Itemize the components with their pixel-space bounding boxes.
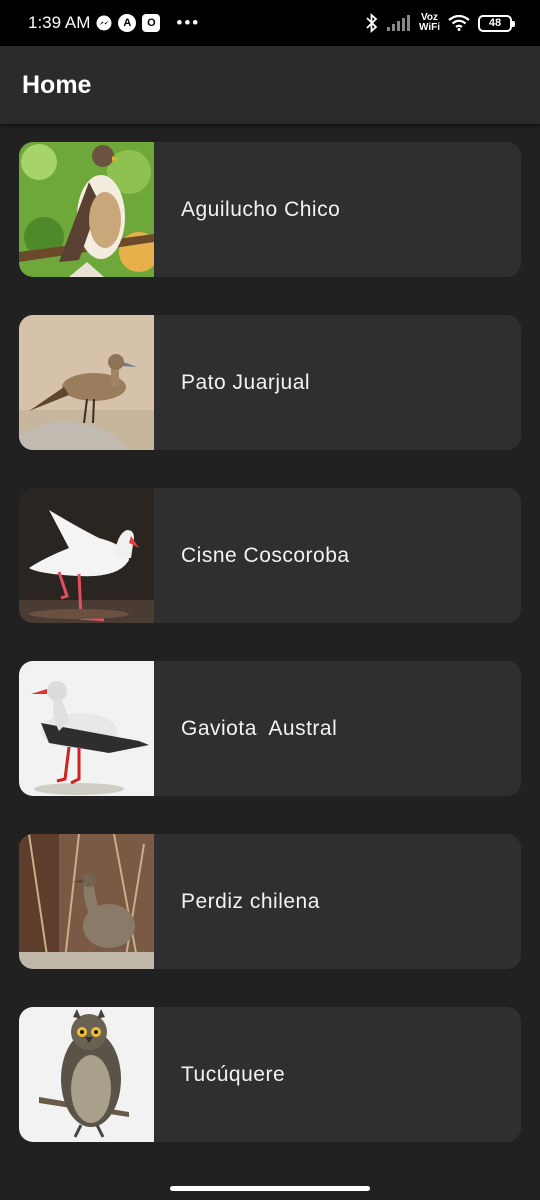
owl-illustration: [19, 1007, 154, 1142]
bird-name: Cisne Coscoroba: [181, 543, 350, 567]
status-time: 1:39 AM: [28, 13, 91, 32]
tinamou-photo: [19, 834, 154, 969]
battery-icon: 48: [478, 14, 515, 32]
bluetooth-icon: [365, 13, 379, 33]
wifi-icon: [448, 15, 470, 31]
bird-name: Pato Juarjual: [181, 370, 311, 394]
gesture-navigation-handle[interactable]: [170, 1186, 370, 1191]
wifi-label: WiFi: [418, 22, 440, 33]
more-notifications-icon: •••: [176, 13, 201, 32]
hawk-photo: [19, 142, 154, 277]
bird-name: Perdiz chilena: [181, 889, 320, 913]
app-bar: Home: [0, 46, 540, 124]
bird-card-pato-juarjual[interactable]: Pato Juarjual: [19, 315, 521, 450]
bird-card-gaviota-austral[interactable]: Gaviota Austral: [19, 661, 521, 796]
bird-name: Gaviota Austral: [181, 716, 338, 740]
page-title: Home: [22, 70, 92, 99]
bird-card-tucuquere[interactable]: Tucúquere: [19, 1007, 521, 1142]
bird-list: Aguilucho Chico Pato Juarjual Cisne Cosc…: [19, 142, 521, 1180]
bird-card-perdiz-chilena[interactable]: Perdiz chilena: [19, 834, 521, 969]
app-notification-icon-2: O: [142, 14, 161, 32]
messenger-icon: [96, 15, 112, 31]
duck-photo: [19, 315, 154, 450]
bird-card-aguilucho-chico[interactable]: Aguilucho Chico: [19, 142, 521, 277]
swan-photo: [19, 488, 154, 623]
gull-illustration: [19, 661, 154, 796]
bird-name: Aguilucho Chico: [181, 197, 341, 221]
app-notification-icon: A: [118, 14, 137, 32]
voz-wifi-label: Voz WiFi: [419, 13, 440, 33]
status-bar: 1:39 AM A O ••• Voz WiFi 48: [0, 0, 540, 46]
bird-card-cisne-coscoroba[interactable]: Cisne Coscoroba: [19, 488, 521, 623]
signal-icon: [386, 15, 411, 31]
bird-name: Tucúquere: [181, 1062, 286, 1086]
